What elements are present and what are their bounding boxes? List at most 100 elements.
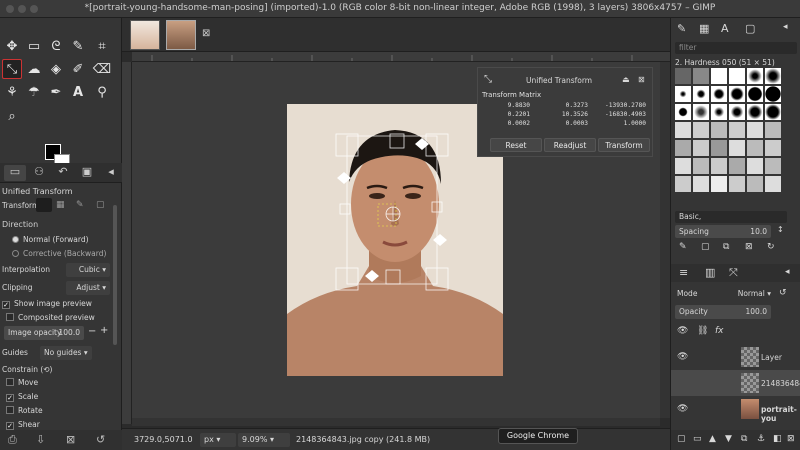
layer-opacity-slider[interactable]: Opacity 100.0 bbox=[675, 305, 771, 319]
bucket-fill-tool-icon[interactable]: ◈ bbox=[46, 59, 66, 79]
horizontal-ruler[interactable] bbox=[132, 52, 670, 62]
warp-tool-icon[interactable]: ☁ bbox=[24, 59, 44, 79]
pattern-tab-icon[interactable]: ▦ bbox=[699, 22, 709, 35]
raise-layer-icon[interactable]: ▲ bbox=[709, 434, 716, 444]
brush-item[interactable] bbox=[675, 122, 691, 138]
brush-item[interactable] bbox=[675, 86, 691, 102]
brush-item[interactable] bbox=[729, 68, 745, 84]
constrain-move-checkbox[interactable]: Move bbox=[6, 376, 116, 390]
font-tab-icon[interactable]: A bbox=[721, 22, 729, 35]
interpolation-select[interactable]: Cubic ▾ bbox=[66, 263, 110, 277]
brush-item[interactable] bbox=[747, 86, 763, 102]
layer-row[interactable]: 👁 Layer bbox=[671, 344, 800, 370]
zoom-select[interactable]: 9.09% ▾ bbox=[238, 433, 290, 447]
paintbrush-tool-icon[interactable]: ✐ bbox=[68, 59, 88, 79]
unified-transform-tool-icon[interactable]: ⤡ bbox=[2, 59, 22, 79]
brush-item[interactable] bbox=[747, 68, 763, 84]
brush-item[interactable] bbox=[729, 104, 745, 120]
anchor-layer-icon[interactable]: ⚓ bbox=[757, 434, 765, 444]
layers-tab-icon[interactable]: ≡ bbox=[679, 266, 688, 279]
brush-item[interactable] bbox=[729, 176, 745, 192]
clipping-select[interactable]: Adjust ▾ bbox=[66, 281, 110, 295]
mask-layer-icon[interactable]: ◧ bbox=[773, 434, 782, 444]
brush-item[interactable] bbox=[693, 158, 709, 174]
tab-tool-options[interactable]: ▭ bbox=[4, 165, 26, 181]
brush-item[interactable] bbox=[675, 68, 691, 84]
layers-menu-icon[interactable]: ◂ bbox=[785, 267, 790, 277]
opacity-decrease-icon[interactable]: − bbox=[88, 326, 96, 337]
brush-item[interactable] bbox=[693, 176, 709, 192]
brush-item[interactable] bbox=[747, 104, 763, 120]
brush-item[interactable] bbox=[711, 140, 727, 156]
brush-preset-input[interactable]: Basic, bbox=[675, 211, 787, 223]
brush-item[interactable] bbox=[747, 158, 763, 174]
lasso-tool-icon[interactable]: ᘓ bbox=[46, 36, 66, 56]
close-dialog-icon[interactable]: ⊠ bbox=[638, 75, 645, 84]
composited-preview-checkbox[interactable]: Composited preview bbox=[6, 311, 116, 325]
brush-item[interactable] bbox=[675, 140, 691, 156]
eye-icon[interactable]: 👁 bbox=[677, 404, 688, 414]
color-picker-tool-icon[interactable]: ⚲ bbox=[92, 82, 112, 102]
move-tool-icon[interactable]: ✥ bbox=[2, 36, 22, 56]
brush-item[interactable] bbox=[693, 140, 709, 156]
close-image-icon[interactable]: ⊠ bbox=[202, 28, 210, 39]
brush-item[interactable] bbox=[729, 86, 745, 102]
brush-item[interactable] bbox=[747, 122, 763, 138]
brush-item[interactable] bbox=[675, 104, 691, 120]
eye-icon[interactable]: 👁 bbox=[677, 352, 688, 362]
transform-button[interactable]: Transform bbox=[598, 138, 650, 152]
mode-select[interactable]: Normal ▾ bbox=[729, 287, 775, 301]
rect-select-tool-icon[interactable]: ▭ bbox=[24, 36, 44, 56]
fuzzy-select-tool-icon[interactable]: ✎ bbox=[68, 36, 88, 56]
show-preview-checkbox[interactable]: ✓ Show image preview bbox=[2, 297, 112, 311]
new-brush-icon[interactable]: ▢ bbox=[701, 242, 710, 252]
spacing-slider[interactable]: Spacing 10.0 bbox=[675, 225, 771, 238]
brush-item[interactable] bbox=[693, 104, 709, 120]
readjust-button[interactable]: Readjust bbox=[544, 138, 596, 152]
duplicate-brush-icon[interactable]: ⧉ bbox=[723, 242, 729, 252]
vertical-ruler[interactable] bbox=[122, 62, 132, 424]
constrain-rotate-checkbox[interactable]: Rotate bbox=[6, 404, 116, 418]
vertical-scrollbar[interactable] bbox=[660, 62, 670, 418]
fx-icon[interactable]: fx bbox=[715, 326, 724, 336]
brush-item[interactable] bbox=[693, 68, 709, 84]
brush-item[interactable] bbox=[693, 86, 709, 102]
zoom-tool-icon[interactable]: ⌕ bbox=[2, 106, 22, 126]
delete-brush-icon[interactable]: ⊠ bbox=[745, 242, 753, 252]
image-thumb-1[interactable] bbox=[130, 20, 160, 50]
transform-selection-icon[interactable]: ▦ bbox=[56, 200, 65, 210]
paths-tool-icon[interactable]: ✒ bbox=[46, 82, 66, 102]
eject-icon[interactable]: ⏏ bbox=[622, 75, 630, 84]
brush-item[interactable] bbox=[729, 158, 745, 174]
direction-forward-radio[interactable]: Normal (Forward) bbox=[12, 233, 122, 247]
text-tool-icon[interactable]: A bbox=[68, 82, 88, 102]
unit-select[interactable]: px ▾ bbox=[200, 433, 236, 447]
brush-item[interactable] bbox=[711, 86, 727, 102]
delete-layer-icon[interactable]: ⊠ bbox=[787, 434, 795, 444]
guides-select[interactable]: No guides ▾ bbox=[40, 346, 92, 360]
edit-brush-icon[interactable]: ✎ bbox=[679, 242, 687, 252]
brush-item[interactable] bbox=[711, 176, 727, 192]
brush-item[interactable] bbox=[711, 104, 727, 120]
opacity-increase-icon[interactable]: + bbox=[100, 325, 108, 336]
brush-item[interactable] bbox=[765, 122, 781, 138]
spacing-stepper-icon[interactable]: ↕ bbox=[777, 225, 784, 234]
image-opacity-slider[interactable]: Image opacity 100.0 bbox=[4, 326, 84, 340]
reset-options-icon[interactable]: ↺ bbox=[96, 433, 105, 446]
brush-item[interactable] bbox=[765, 104, 781, 120]
brush-item[interactable] bbox=[693, 122, 709, 138]
crop-tool-icon[interactable]: ⌗ bbox=[92, 36, 112, 56]
brush-item[interactable] bbox=[765, 68, 781, 84]
tab-undo-history[interactable]: ↶ bbox=[52, 165, 74, 181]
image-thumb-2[interactable] bbox=[166, 20, 196, 50]
image-canvas[interactable]: ⤡ Unified Transform ⏏ ⊠ Transform Matrix… bbox=[132, 62, 660, 418]
transform-path-icon[interactable]: ✎ bbox=[76, 200, 84, 210]
channels-tab-icon[interactable]: ▥ bbox=[705, 266, 715, 279]
brush-tab-icon[interactable]: ✎ bbox=[677, 22, 686, 35]
brush-item[interactable] bbox=[675, 176, 691, 192]
tab-device-status[interactable]: ⚇ bbox=[28, 165, 50, 181]
brush-item[interactable] bbox=[711, 68, 727, 84]
brush-item[interactable] bbox=[765, 176, 781, 192]
brush-item[interactable] bbox=[711, 158, 727, 174]
smudge-tool-icon[interactable]: ☂ bbox=[24, 82, 44, 102]
